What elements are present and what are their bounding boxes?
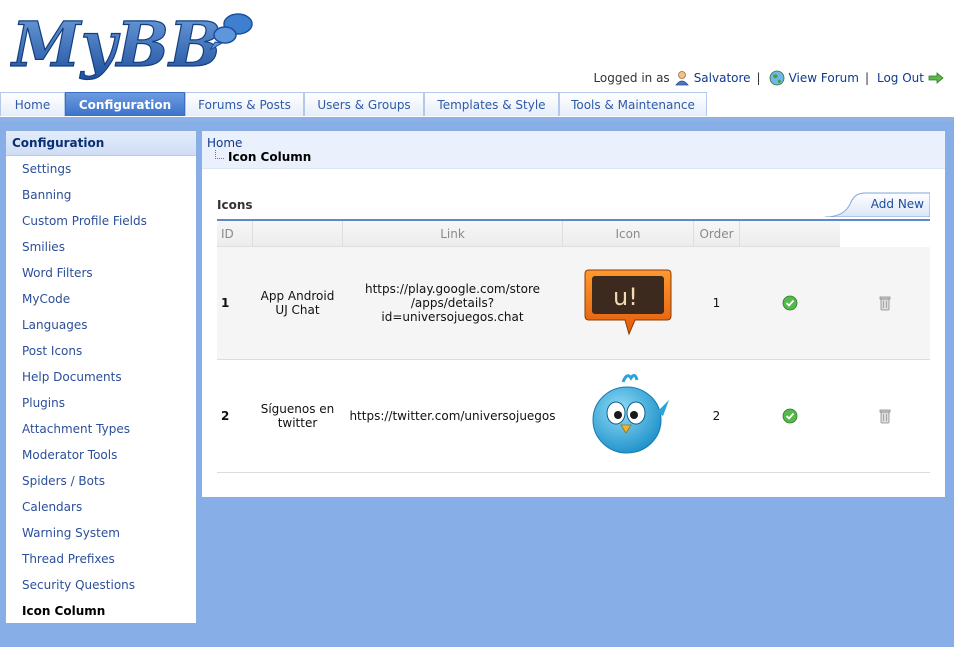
col-actions [739, 221, 840, 247]
sidebar-item-warning-system[interactable]: Warning System [6, 520, 196, 546]
icons-table: ID Link Icon Order 1 App Android UJ Chat [217, 221, 930, 473]
tab-tools-maintenance[interactable]: Tools & Maintenance [559, 92, 707, 116]
sidebar-item-help-documents[interactable]: Help Documents [6, 364, 196, 390]
col-order: Order [693, 221, 740, 247]
main-content: Home Icon Column Icons Add New ID Link I… [201, 130, 946, 498]
row-order: 1 [693, 246, 740, 360]
col-id: ID [217, 221, 253, 247]
sidebar-item-plugins[interactable]: Plugins [6, 390, 196, 416]
user-icon [674, 70, 690, 86]
header: MyBB Logged in as Salvatore | View Forum… [0, 0, 954, 93]
twitter-bird-icon [592, 373, 669, 453]
breadcrumb-current: Icon Column [228, 150, 312, 164]
sidebar-item-word-filters[interactable]: Word Filters [6, 260, 196, 286]
separator: | [756, 71, 761, 85]
logged-in-label: Logged in as [593, 71, 670, 85]
row-icon-cell: u! [562, 246, 694, 360]
sidebar-item-banning[interactable]: Banning [6, 182, 196, 208]
row-delete-cell [839, 246, 930, 360]
sidebar-item-languages[interactable]: Languages [6, 312, 196, 338]
row-status-cell [739, 359, 840, 473]
view-forum-link[interactable]: View Forum [789, 71, 859, 85]
sidebar-title: Configuration [6, 131, 196, 156]
table-header-row: ID Link Icon Order [217, 221, 930, 247]
trash-icon[interactable] [877, 408, 893, 424]
globe-icon [769, 70, 785, 86]
trash-icon[interactable] [877, 295, 893, 311]
sidebar-item-smilies[interactable]: Smilies [6, 234, 196, 260]
sidebar: Configuration Settings Banning Custom Pr… [5, 130, 197, 624]
sidebar-item-moderator-tools[interactable]: Moderator Tools [6, 442, 196, 468]
row-link-line2: /apps/details?id=universojuegos.chat [381, 296, 524, 324]
sidebar-item-icon-column[interactable]: Icon Column [6, 598, 196, 624]
check-icon[interactable] [782, 408, 798, 424]
col-link: Link [342, 221, 563, 247]
tab-templates-style[interactable]: Templates & Style [424, 92, 559, 116]
svg-text:u!: u! [613, 283, 638, 311]
breadcrumb: Home Icon Column [202, 131, 945, 169]
logout-link[interactable]: Log Out [877, 71, 924, 85]
row-id: 2 [217, 359, 253, 473]
row-name-line2: UJ Chat [275, 303, 320, 317]
tab-forums-posts[interactable]: Forums & Posts [185, 92, 304, 116]
row-status-cell [739, 246, 840, 360]
sidebar-item-calendars[interactable]: Calendars [6, 494, 196, 520]
row-link: https://twitter.com/universojuegos [342, 359, 563, 473]
table-title: Icons [217, 198, 253, 212]
sidebar-item-custom-profile-fields[interactable]: Custom Profile Fields [6, 208, 196, 234]
row-icon-cell [562, 359, 694, 473]
sidebar-item-mycode[interactable]: MyCode [6, 286, 196, 312]
add-new-button[interactable]: Add New [825, 192, 930, 217]
row-link-line1: https://play.google.com/store [365, 282, 540, 296]
uj-chat-icon: u! [584, 269, 672, 335]
row-order: 2 [693, 359, 740, 473]
table-header-bar: Icons Add New [217, 189, 930, 221]
arrow-right-icon[interactable] [928, 70, 944, 86]
separator: | [864, 71, 869, 85]
tree-connector [215, 149, 224, 159]
user-bar: Logged in as Salvatore | View Forum | Lo… [593, 70, 944, 86]
breadcrumb-home-link[interactable]: Home [207, 136, 242, 150]
row-link-line1: https://twitter.com/universojuegos [349, 409, 556, 423]
sidebar-item-settings[interactable]: Settings [6, 156, 196, 182]
tab-configuration[interactable]: Configuration [65, 92, 185, 116]
row-id: 1 [217, 246, 253, 360]
check-icon[interactable] [782, 295, 798, 311]
username-link[interactable]: Salvatore [694, 71, 751, 85]
mybb-logo[interactable]: MyBB [9, 2, 260, 82]
table-row: 2 Síguenos en twitter https://twitter.co… [217, 359, 930, 473]
table-row: 1 App Android UJ Chat https://play.googl… [217, 246, 930, 360]
row-delete-cell [839, 359, 930, 473]
row-name-line2: twitter [277, 416, 318, 430]
sidebar-item-thread-prefixes[interactable]: Thread Prefixes [6, 546, 196, 572]
logo-text: MyBB [10, 8, 221, 81]
row-name-line1: Síguenos en [260, 402, 335, 416]
sidebar-item-security-questions[interactable]: Security Questions [6, 572, 196, 598]
row-name: App Android UJ Chat [252, 246, 343, 360]
sidebar-item-post-icons[interactable]: Post Icons [6, 338, 196, 364]
top-nav-tabs: Home Configuration Forums & Posts Users … [0, 92, 954, 121]
add-new-label: Add New [870, 197, 924, 211]
icons-table-container: Icons Add New ID Link Icon Order 1 App A… [217, 189, 930, 473]
col-icon: Icon [562, 221, 694, 247]
sidebar-item-spiders-bots[interactable]: Spiders / Bots [6, 468, 196, 494]
sidebar-item-attachment-types[interactable]: Attachment Types [6, 416, 196, 442]
row-name: Síguenos en twitter [252, 359, 343, 473]
tab-users-groups[interactable]: Users & Groups [304, 92, 424, 116]
tab-home[interactable]: Home [0, 92, 65, 116]
row-name-line1: App Android [260, 289, 335, 303]
row-link: https://play.google.com/store /apps/deta… [342, 246, 563, 360]
col-name [252, 221, 343, 247]
